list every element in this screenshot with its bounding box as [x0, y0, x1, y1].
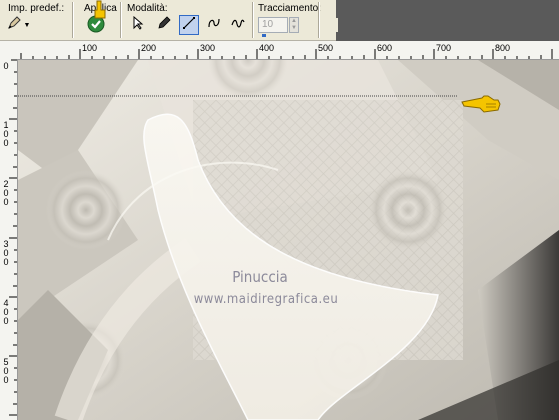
tracing-stepper[interactable]: ▲ ▼	[289, 17, 299, 33]
ruler-label: 300	[200, 43, 216, 53]
modes-label: Modalità:	[127, 3, 168, 14]
tool-options-bar: Imp. predef.: ▼ Applica Modalità:	[0, 0, 336, 41]
ruler-label: 700	[436, 43, 452, 53]
ruler-label: 800	[495, 43, 511, 53]
vertical-ruler[interactable]: 0 1 0 0 2 0 0 3 0 0 4 0 0 5 0 0	[0, 59, 18, 420]
horizontal-ruler[interactable]: 100 200 300 400 500 600 700 800	[0, 41, 559, 60]
ruler-label: 3 0 0	[3, 239, 9, 267]
mode-select-button[interactable]	[128, 15, 148, 35]
mode-line-button[interactable]	[179, 15, 199, 35]
separator	[120, 2, 122, 38]
workspace-background	[334, 0, 559, 40]
ruler-label: 500	[318, 43, 334, 53]
freehand-icon	[231, 16, 245, 35]
ruler-label: 5 0 0	[3, 357, 9, 385]
pointing-hand-icon	[460, 94, 504, 119]
line-segment-icon	[182, 16, 196, 35]
image-canvas[interactable]: Pinuccia www.maidiregrafica.eu	[18, 60, 559, 420]
separator	[252, 2, 254, 38]
ruler-label: 600	[377, 43, 393, 53]
tracing-indicator	[262, 34, 266, 37]
ruler-label: 2 0 0	[3, 179, 9, 207]
hand-pointer-icon	[92, 0, 108, 25]
mode-freehand-button[interactable]	[228, 15, 248, 35]
chevron-down-icon: ▼	[23, 21, 31, 29]
pen-tool-icon	[6, 15, 22, 36]
separator	[318, 2, 320, 38]
mode-edit-button[interactable]	[154, 15, 174, 35]
curve-icon	[207, 16, 221, 35]
watermark-url: www.maidiregrafica.eu	[193, 292, 339, 307]
edit-pen-icon	[157, 15, 171, 35]
ruler-label: 1 0 0	[3, 120, 9, 148]
tracing-label: Tracciamento:	[258, 3, 321, 14]
select-arrow-icon	[131, 15, 145, 35]
ruler-label: 0	[3, 61, 9, 71]
ruler-label: 100	[82, 43, 98, 53]
mode-curve-button[interactable]	[204, 15, 224, 35]
watermark-name: Pinuccia	[232, 268, 288, 286]
ruler-label: 200	[141, 43, 157, 53]
separator	[72, 2, 74, 38]
tracing-input[interactable]: 10	[258, 17, 288, 33]
ruler-label: 400	[259, 43, 275, 53]
presets-label: Imp. predef.:	[8, 3, 65, 14]
ruler-label: 4 0 0	[3, 298, 9, 326]
presets-dropdown[interactable]: ▼	[6, 15, 31, 36]
